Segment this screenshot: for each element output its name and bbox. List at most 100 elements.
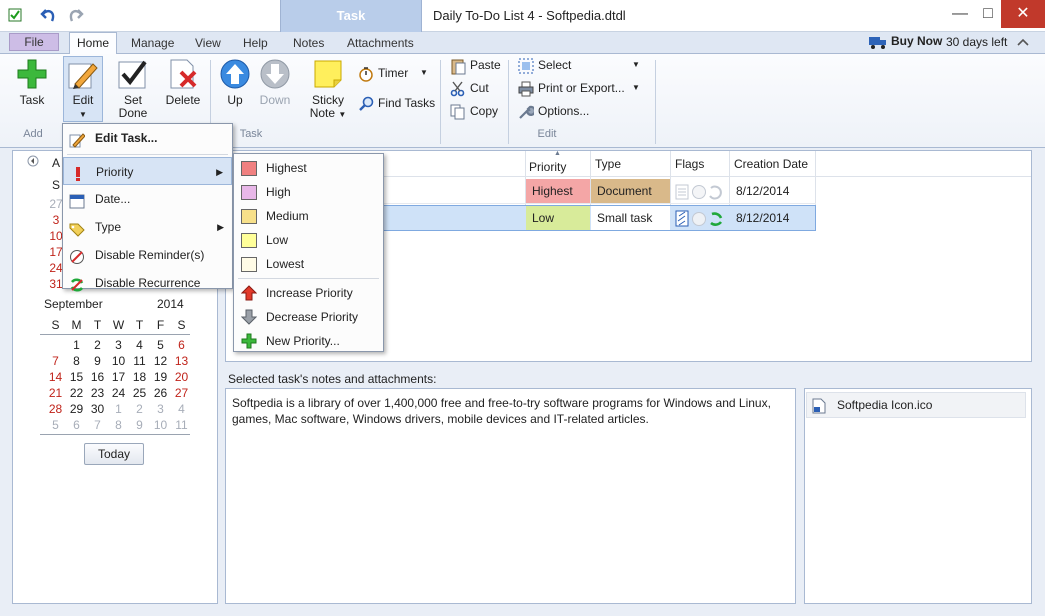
options-button[interactable]: Options... <box>518 102 589 122</box>
priority-item-low[interactable]: Low <box>234 228 383 252</box>
calendar-day[interactable]: 7 <box>45 353 66 369</box>
priority-item-high[interactable]: High <box>234 180 383 204</box>
row-type-cell[interactable]: Small task <box>591 206 670 230</box>
calendar-day[interactable]: 2 <box>129 401 150 417</box>
find-tasks-button[interactable]: Find Tasks <box>358 94 435 114</box>
add-task-button[interactable]: Task <box>12 58 52 107</box>
calendar-day[interactable]: 17 <box>108 369 129 385</box>
calendar-day[interactable]: 21 <box>45 385 66 401</box>
row-priority-cell[interactable]: Low <box>526 206 590 230</box>
calendar-prev-month-icon[interactable] <box>27 155 39 170</box>
calendar-day[interactable]: 29 <box>66 401 87 417</box>
edit-button[interactable]: Edit ▼ <box>63 58 103 121</box>
notes-textarea[interactable]: Softpedia is a library of over 1,400,000… <box>225 388 796 604</box>
priority-item-highest[interactable]: Highest <box>234 156 383 180</box>
print-export-dropdown-arrow[interactable]: ▼ <box>632 83 640 92</box>
calendar-day[interactable]: 9 <box>129 417 150 433</box>
move-down-button[interactable]: Down <box>255 58 295 107</box>
calendar-day[interactable]: 19 <box>150 369 171 385</box>
calendar-day[interactable]: 6 <box>171 337 192 353</box>
move-up-button[interactable]: Up <box>215 58 255 107</box>
calendar-day[interactable]: 3 <box>150 401 171 417</box>
calendar-day[interactable]: 12 <box>150 353 171 369</box>
set-done-button[interactable]: Set Done <box>113 58 153 120</box>
print-export-button[interactable]: Print or Export... <box>518 79 625 99</box>
new-priority-item[interactable]: New Priority... <box>234 329 383 353</box>
menu-item-date[interactable]: Date... <box>63 185 232 213</box>
increase-priority-item[interactable]: Increase Priority <box>234 281 383 305</box>
tab-view[interactable]: View <box>185 34 231 54</box>
calendar-day[interactable]: 11 <box>129 353 150 369</box>
column-header-type[interactable]: Type <box>595 157 621 171</box>
calendar-day[interactable]: 2 <box>87 337 108 353</box>
maximize-button[interactable]: □ <box>972 0 1004 28</box>
calendar-day[interactable]: 9 <box>87 353 108 369</box>
calendar-day[interactable]: 27 <box>171 385 192 401</box>
priority-item-medium[interactable]: Medium <box>234 204 383 228</box>
calendar-day[interactable]: 18 <box>129 369 150 385</box>
tab-home[interactable]: Home <box>69 32 117 55</box>
menu-item-edit-task[interactable]: Edit Task... <box>63 124 232 152</box>
menu-item-priority[interactable]: Priority ▶ <box>63 157 232 185</box>
calendar-day[interactable]: 8 <box>66 353 87 369</box>
tab-file[interactable]: File <box>9 33 59 51</box>
sticky-note-button[interactable]: Sticky Note ▼ <box>305 58 351 121</box>
calendar-day[interactable]: 25 <box>129 385 150 401</box>
calendar-day[interactable]: 10 <box>108 353 129 369</box>
calendar-day[interactable]: 13 <box>171 353 192 369</box>
attachment-item[interactable]: Softpedia Icon.ico <box>806 392 1026 418</box>
timer-dropdown-arrow[interactable]: ▼ <box>420 68 428 77</box>
calendar-day[interactable]: 15 <box>66 369 87 385</box>
row-type-cell[interactable]: Document <box>591 179 670 203</box>
select-button[interactable]: Select <box>518 56 571 76</box>
close-button[interactable]: ✕ <box>1001 0 1045 28</box>
calendar-day[interactable]: 8 <box>108 417 129 433</box>
ribbon-collapse-icon[interactable] <box>1017 36 1029 50</box>
calendar-day[interactable]: 22 <box>66 385 87 401</box>
tab-help[interactable]: Help <box>233 34 278 54</box>
calendar-day[interactable]: 16 <box>87 369 108 385</box>
undo-icon[interactable] <box>40 6 58 27</box>
menu-item-disable-reminders[interactable]: Disable Reminder(s) <box>63 241 232 269</box>
calendar-day[interactable]: 20 <box>171 369 192 385</box>
menu-item-type[interactable]: Type ▶ <box>63 213 232 241</box>
delete-button[interactable]: Delete <box>163 58 203 107</box>
redo-icon[interactable] <box>66 6 84 27</box>
calendar-day[interactable]: 24 <box>108 385 129 401</box>
today-button[interactable]: Today <box>84 443 144 465</box>
calendar-day[interactable]: 26 <box>150 385 171 401</box>
decrease-priority-item[interactable]: Decrease Priority <box>234 305 383 329</box>
timer-button[interactable]: Timer <box>358 64 408 84</box>
calendar-day[interactable]: 28 <box>45 401 66 417</box>
row-created-cell[interactable]: 8/12/2014 <box>730 179 815 203</box>
calendar-day[interactable]: 11 <box>171 417 192 433</box>
calendar-day[interactable]: 10 <box>150 417 171 433</box>
calendar-day[interactable]: 5 <box>45 417 66 433</box>
row-created-cell[interactable]: 8/12/2014 <box>730 206 815 230</box>
calendar-day[interactable]: 7 <box>87 417 108 433</box>
tab-attachments[interactable]: Attachments <box>337 34 424 54</box>
calendar-day[interactable]: 4 <box>171 401 192 417</box>
row-priority-cell[interactable]: Highest <box>526 179 590 203</box>
column-header-flags[interactable]: Flags <box>675 157 704 171</box>
column-header-priority[interactable]: Priority <box>529 160 566 174</box>
menu-item-disable-recurrence[interactable]: Disable Recurrence <box>63 269 232 297</box>
column-header-creation-date[interactable]: Creation Date <box>734 157 808 171</box>
buy-now-link[interactable]: Buy Now <box>891 34 942 48</box>
calendar-day[interactable]: 1 <box>108 401 129 417</box>
calendar-day[interactable]: 30 <box>87 401 108 417</box>
tab-notes[interactable]: Notes <box>283 34 334 54</box>
copy-button[interactable]: Copy <box>450 102 498 122</box>
calendar-day[interactable]: 1 <box>66 337 87 353</box>
calendar-day[interactable]: 3 <box>108 337 129 353</box>
priority-item-lowest[interactable]: Lowest <box>234 252 383 276</box>
cut-button[interactable]: Cut <box>450 79 489 99</box>
calendar-day[interactable]: 5 <box>150 337 171 353</box>
paste-button[interactable]: Paste <box>450 56 501 76</box>
select-dropdown-arrow[interactable]: ▼ <box>632 60 640 69</box>
calendar-day[interactable]: 23 <box>87 385 108 401</box>
tab-manage[interactable]: Manage <box>121 34 184 54</box>
calendar-day[interactable]: 6 <box>66 417 87 433</box>
calendar-day[interactable]: 14 <box>45 369 66 385</box>
calendar-day[interactable]: 4 <box>129 337 150 353</box>
